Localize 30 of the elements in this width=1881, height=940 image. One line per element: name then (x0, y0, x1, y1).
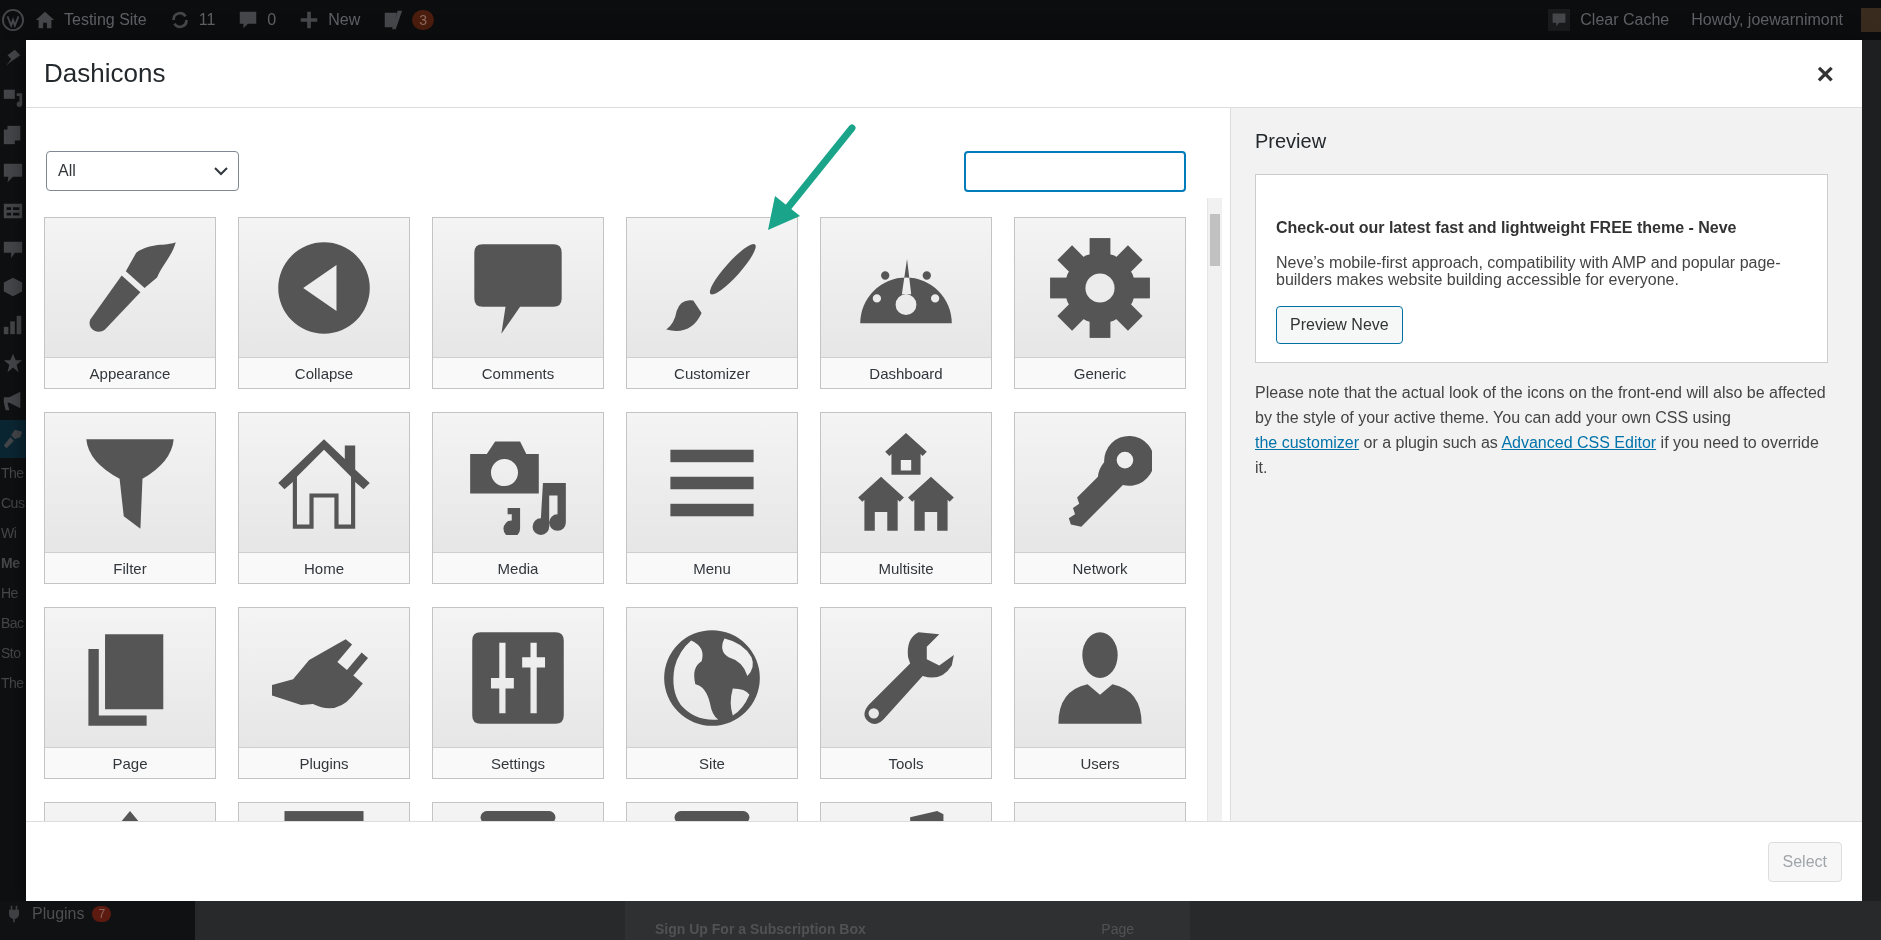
preview-heading: Preview (1255, 130, 1328, 154)
icon-tile[interactable]: Menu (626, 412, 798, 584)
icon-tile[interactable]: Page (44, 607, 216, 779)
icon-tile[interactable]: Dashboard (820, 217, 992, 389)
promo-text: Neve’s mobile-first approach, compatibility with AMP and popular page-builders makes website building accessible for everyone. (1276, 254, 1782, 288)
preview-button[interactable]: Preview Neve (1276, 306, 1403, 344)
close-button[interactable]: × (1816, 58, 1834, 89)
icon-tile[interactable]: Tools (820, 607, 992, 779)
icon-tile[interactable]: Comments (432, 217, 604, 389)
icon-tile[interactable]: Settings (432, 607, 604, 779)
icon-tile[interactable]: Network (1014, 412, 1186, 584)
icon-tile[interactable]: Site (626, 607, 798, 779)
note-text: Please note that the actual look of the icons on the front-end will also be affected by the style of your active theme. You can add your own CSS using the customizer or a plugin such as Advanced CSS Editor if you need to override it. (1255, 383, 1827, 478)
update-count-badge: 7 (92, 905, 112, 922)
promo-title: Check-out our latest fast and lightweight FREE theme - Neve (1276, 219, 1738, 237)
icon-tile[interactable]: Generic (1014, 217, 1186, 389)
css-editor-link[interactable]: Advanced CSS Editor (1501, 434, 1657, 451)
icon-tile[interactable]: Multisite (820, 412, 992, 584)
icon-tile[interactable]: Filter (44, 412, 216, 584)
icon-tile[interactable]: Appearance (44, 217, 216, 389)
icon-tile[interactable]: Home (238, 412, 410, 584)
icon-tile[interactable]: Customizer (626, 217, 798, 389)
dialog-title: Dashicons (44, 58, 166, 89)
notification-badge: 3 (412, 10, 435, 30)
category-dropdown[interactable]: All (46, 151, 239, 191)
icon-tile[interactable]: Users (1014, 607, 1186, 779)
customizer-link[interactable]: the customizer (1255, 434, 1360, 451)
icon-tile[interactable]: Plugins (238, 607, 410, 779)
icon-tile[interactable]: Collapse (238, 217, 410, 389)
icon-tile[interactable]: Media (432, 412, 604, 584)
